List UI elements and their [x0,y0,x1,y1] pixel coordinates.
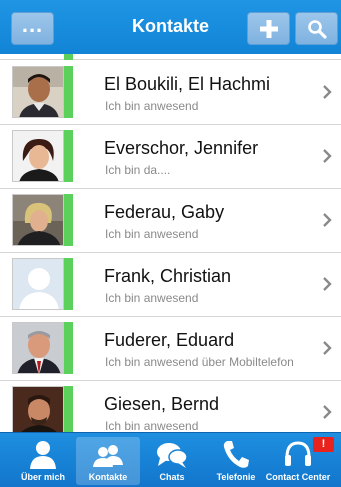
tab-label: Über mich [20,472,65,482]
tab-ueber-mich[interactable]: Über mich [11,437,75,485]
contact-row[interactable]: Everschor, Jennifer Ich bin da.... [0,125,341,189]
contact-status: Ich bin anwesend [105,99,199,113]
contact-status: Ich bin da.... [105,163,171,177]
contact-row[interactable]: Giesen, Bernd Ich bin anwesend [0,381,341,432]
phone-icon [223,441,249,468]
contact-name: Frank, Christian [104,266,232,286]
avatar [12,130,64,182]
tab-label: Kontakte [88,472,128,482]
contact-name: Giesen, Bernd [104,394,220,414]
chevron-right-icon [323,405,332,419]
search-icon [307,19,327,39]
person-icon [30,441,56,469]
presence-indicator [64,194,73,246]
contact-status: Ich bin anwesend [105,419,199,432]
presence-indicator [64,130,73,182]
contact-row[interactable]: Fuderer, Eduard Ich bin anwesend über Mo… [0,317,341,381]
contact-status: Ich bin anwesend [105,227,199,241]
avatar [12,386,64,432]
presence-indicator [64,66,73,118]
tab-label: Telefonie [216,472,256,482]
presence-indicator [64,258,73,310]
avatar [12,258,64,310]
avatar [12,322,64,374]
chevron-right-icon [323,213,332,227]
tab-telefonie[interactable]: Telefonie [204,437,268,485]
plus-icon [259,19,278,38]
contact-row[interactable]: El Boukili, El Hachmi Ich bin anwesend [0,61,341,125]
add-contact-button[interactable] [247,12,290,45]
chevron-right-icon [323,85,332,99]
presence-indicator [64,54,73,60]
contact-row[interactable]: Frank, Christian Ich bin anwesend [0,253,341,317]
contact-status: Ich bin anwesend [105,291,199,305]
contact-status: Ich bin anwesend über Mobiltelefon [105,355,294,369]
chevron-right-icon [323,341,332,355]
avatar [12,66,64,118]
chevron-right-icon [323,149,332,163]
headset-icon [285,441,311,466]
list-row-partial [0,54,341,60]
tab-kontakte[interactable]: Kontakte [76,437,140,485]
avatar [12,194,64,246]
bottom-tab-bar: Über mich Kontakte Chats Telefonie Conta… [0,432,341,487]
contact-row[interactable]: Federau, Gaby Ich bin anwesend [0,189,341,253]
notification-badge: ! [313,437,334,452]
contact-name: Fuderer, Eduard [104,330,235,350]
presence-indicator [64,386,73,432]
contacts-icon [93,445,123,467]
presence-indicator [64,322,73,374]
chevron-right-icon [323,277,332,291]
tab-chats[interactable]: Chats [140,437,204,485]
header-bar: ... Kontakte [0,0,341,54]
contact-list[interactable]: El Boukili, El Hachmi Ich bin anwesend E… [0,54,341,432]
tab-label: Contact Center [265,472,331,482]
tab-label: Chats [159,472,185,482]
search-button[interactable] [295,12,338,45]
contact-name: Everschor, Jennifer [104,138,259,158]
contact-name: El Boukili, El Hachmi [104,74,271,94]
chat-bubbles-icon [157,443,188,468]
contact-name: Federau, Gaby [104,202,225,222]
